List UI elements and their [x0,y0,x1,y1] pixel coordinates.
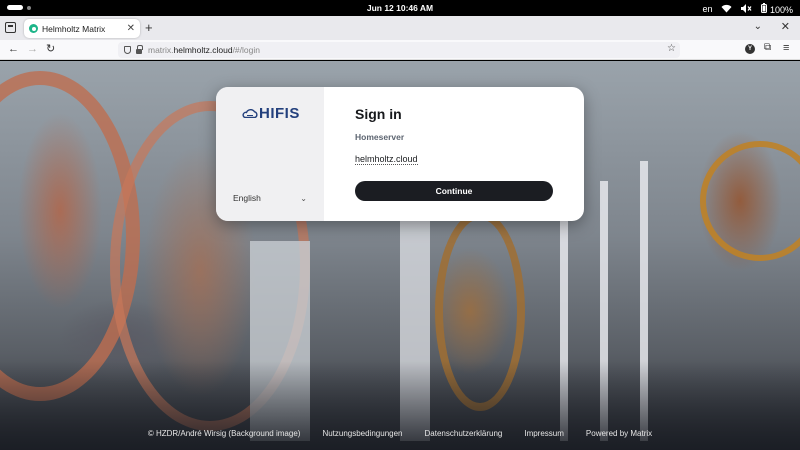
logo-text: HIFIS [259,105,300,122]
page-footer: © HZDR/André Wirsig (Background image) N… [0,429,800,438]
chevron-down-icon: ⌄ [300,193,307,203]
battery-icon: 100% [761,3,793,15]
battery-level: 100% [769,5,793,15]
login-card: HIFIS English ⌄ Sign in Homeserver helmh… [216,87,584,221]
background-photo-ring [700,141,800,261]
wifi-icon [721,4,732,15]
account-avatar-icon[interactable]: Y [745,44,755,54]
terms-link[interactable]: Nutzungsbedingungen [322,429,402,438]
cloud-logo-icon [242,109,258,118]
list-all-tabs-chevron-icon[interactable]: ⌄ [754,21,762,32]
volume-muted-icon [741,3,752,15]
continue-button[interactable]: Continue [355,181,553,201]
url-path: /#/login [232,45,260,55]
tracking-protection-shield-icon[interactable] [124,46,131,54]
homeserver-label: Homeserver [355,132,405,142]
tab-close-icon[interactable]: ✕ [127,23,135,34]
tab-helmholtz-matrix[interactable]: Helmholtz Matrix ✕ [24,19,140,38]
system-tray[interactable]: en 100% [702,3,793,15]
tab-overview-icon[interactable] [5,22,16,33]
back-arrow-icon[interactable]: ← [8,43,19,56]
window-close-icon[interactable]: ✕ [781,20,790,33]
tab-title: Helmholtz Matrix [42,23,106,34]
navigation-bar: ← → ↻ matrix. helmholtz.cloud/#/login ☆ Y… [0,40,800,60]
card-brand-panel: HIFIS English ⌄ [216,87,324,221]
homeserver-field[interactable]: helmholtz.cloud [355,154,418,165]
background-credit-link[interactable]: © HZDR/André Wirsig (Background image) [148,429,301,438]
hamburger-menu-icon[interactable]: ≡ [783,42,789,54]
clock[interactable]: Jun 12 10:46 AM [0,3,800,13]
language-selector[interactable]: English ⌄ [233,193,307,203]
login-page: HIFIS English ⌄ Sign in Homeserver helmh… [0,61,800,450]
new-tab-button[interactable]: + [145,20,153,35]
tab-strip: Helmholtz Matrix ✕ + ⌄ ✕ [0,16,800,40]
reload-icon[interactable]: ↻ [46,43,55,56]
imprint-link[interactable]: Impressum [524,429,564,438]
lock-icon[interactable] [136,45,143,54]
page-title: Sign in [355,106,402,122]
url-prefix: matrix. [148,45,174,55]
privacy-link[interactable]: Datenschutzerklärung [425,429,503,438]
keyboard-layout[interactable]: en [702,4,712,14]
element-favicon-icon [29,24,38,33]
forward-arrow-icon[interactable]: → [27,43,38,56]
url-host: helmholtz.cloud [173,45,233,55]
language-label: English [233,193,261,203]
address-bar[interactable]: matrix. helmholtz.cloud/#/login ☆ [118,42,680,58]
extensions-puzzle-icon[interactable]: ⧉ [764,42,771,53]
bookmark-star-icon[interactable]: ☆ [667,43,676,54]
os-status-bar: Jun 12 10:46 AM en 100% [0,0,800,16]
powered-by-link[interactable]: Powered by Matrix [586,429,652,438]
hifis-logo: HIFIS [242,105,300,122]
